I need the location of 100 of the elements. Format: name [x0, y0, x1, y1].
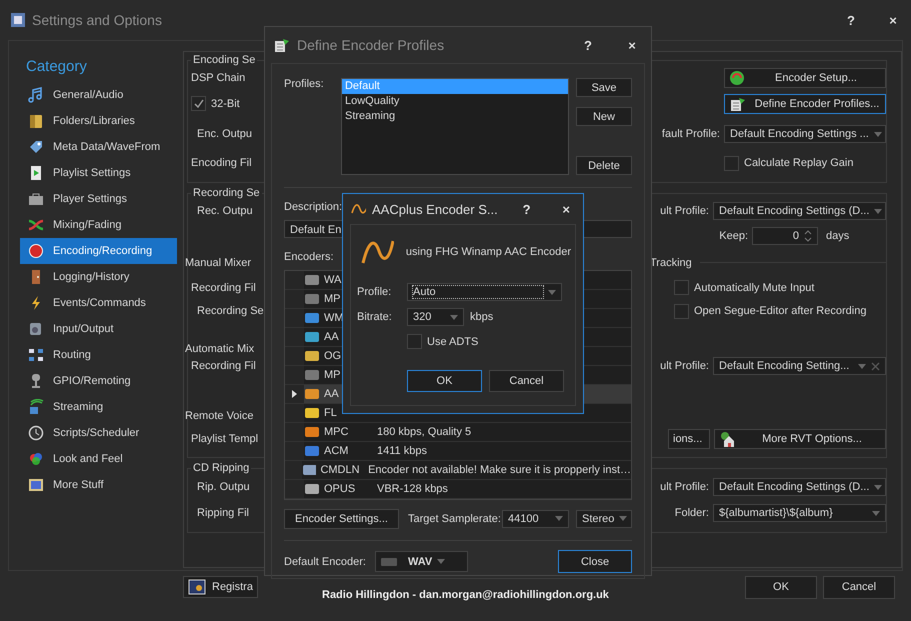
- table-cell-text: WA: [323, 274, 342, 286]
- wave-icon: [361, 239, 394, 265]
- group-legend: Encoding Se: [191, 54, 258, 66]
- use-adts-checkbox[interactable]: Use ADTS: [407, 334, 478, 349]
- group-legend: DSP Chain: [191, 72, 246, 84]
- ok-button[interactable]: OK: [745, 576, 817, 598]
- field-label: Ripping Fil: [196, 507, 249, 519]
- caret-icon: [872, 510, 880, 516]
- options-button[interactable]: ions...: [668, 429, 710, 449]
- field-label: Recording Fil: [191, 282, 256, 294]
- encoder-settings-button[interactable]: Encoder Settings...: [284, 508, 399, 528]
- close-button[interactable]: ×: [613, 30, 651, 60]
- profile-dropdown[interactable]: Default Encoding Settings ...: [724, 125, 886, 143]
- table-cell-text: MPC: [323, 426, 350, 438]
- category-heading: Category: [25, 57, 88, 77]
- close-dialog-button[interactable]: Close: [558, 550, 632, 573]
- sidebar-item[interactable]: Meta Data/WaveFrom: [20, 134, 177, 160]
- new-button[interactable]: New: [576, 107, 632, 126]
- encoder-setup-button[interactable]: Encoder Setup...: [724, 68, 886, 88]
- more-rvt-options-button[interactable]: More RVT Options...: [714, 429, 886, 449]
- record-icon: [28, 243, 44, 259]
- encoder-row[interactable]: ACM 1411 kbps: [285, 442, 631, 461]
- sidebar-item[interactable]: Logging/History: [20, 264, 177, 290]
- help-button[interactable]: ?: [569, 30, 607, 60]
- table-cell: 1411 kbps: [377, 445, 427, 457]
- sidebar-item[interactable]: Events/Commands: [20, 290, 177, 316]
- field-label: Automatic Mix: [185, 343, 254, 355]
- profile-dropdown[interactable]: Auto: [407, 283, 562, 301]
- field-label: Remote Voice: [185, 410, 254, 422]
- window-title: Settings and Options: [32, 12, 162, 28]
- mute-input-checkbox[interactable]: Automatically Mute Input: [674, 280, 814, 295]
- field-label: Encoding Fil: [191, 157, 252, 169]
- sidebar-item[interactable]: Mixing/Fading: [20, 212, 177, 238]
- close-button[interactable]: ×: [875, 5, 911, 35]
- sidebar-item[interactable]: Input/Output: [20, 316, 177, 342]
- sidebar-item[interactable]: Folders/Libraries: [20, 108, 177, 134]
- field-label: Encoders:: [284, 251, 334, 265]
- profile-item[interactable]: LowQuality: [342, 94, 568, 109]
- ok-button[interactable]: OK: [407, 370, 482, 392]
- caret-icon: [450, 314, 458, 320]
- table-cell-text: OPUS: [323, 483, 356, 495]
- delete-button[interactable]: Delete: [576, 156, 632, 175]
- speaker-icon: [28, 321, 44, 337]
- sidebar-item[interactable]: Playlist Settings: [20, 160, 177, 186]
- sidebar-item[interactable]: Streaming: [20, 394, 177, 420]
- field-label: Enc. Outpu: [196, 128, 252, 140]
- table-cell: 180 kbps, Quality 5: [377, 426, 472, 438]
- channels-dropdown[interactable]: Stereo: [576, 510, 632, 528]
- table-cell: VBR-128 kbps: [377, 483, 448, 495]
- cancel-button[interactable]: Cancel: [489, 370, 564, 392]
- current-row-icon: [292, 390, 297, 398]
- profile-item[interactable]: Streaming: [342, 109, 568, 124]
- dialog-title: Define Encoder Profiles: [297, 37, 444, 53]
- samplerate-dropdown[interactable]: 44100: [502, 510, 569, 528]
- field-label: Bitrate:: [357, 311, 393, 323]
- default-encoder-dropdown[interactable]: WAV: [375, 551, 468, 572]
- sidebar-item[interactable]: Look and Feel: [20, 446, 177, 472]
- table-cell-text: MP: [323, 369, 340, 381]
- folder-dropdown[interactable]: ${albumartist}\${album}: [713, 504, 886, 522]
- folder-icon: [28, 113, 44, 129]
- encoder-row[interactable]: OPUS VBR-128 kbps: [285, 480, 631, 499]
- replay-gain-checkbox[interactable]: Calculate Replay Gain: [724, 156, 886, 170]
- registration-button[interactable]: Registra: [183, 576, 258, 598]
- grid-icon: [28, 347, 44, 363]
- caret-icon: [874, 484, 882, 490]
- palette-icon: [28, 451, 44, 467]
- spinner-arrows-icon: [804, 229, 812, 243]
- field-label: ult Profile:: [660, 205, 709, 217]
- cancel-button[interactable]: Cancel: [823, 576, 895, 598]
- encoder-row[interactable]: MPC 180 kbps, Quality 5: [285, 423, 631, 442]
- bitrate-dropdown[interactable]: 320: [407, 308, 464, 326]
- save-button[interactable]: Save: [576, 78, 632, 97]
- unit-label: days: [826, 230, 850, 242]
- sidebar-item[interactable]: Player Settings: [20, 186, 177, 212]
- sidebar-item[interactable]: General/Audio: [20, 82, 177, 108]
- sidebar-item[interactable]: Encoding/Recording: [20, 238, 177, 264]
- segue-editor-checkbox[interactable]: Open Segue-Editor after Recording: [674, 304, 866, 318]
- table-cell-text: AA: [323, 331, 339, 343]
- profile-dropdown[interactable]: Default Encoding Settings (D...: [713, 202, 886, 220]
- profile-dropdown[interactable]: Default Encoding Setting...: [713, 357, 886, 375]
- field-label: Manual Mixer: [185, 256, 252, 268]
- dialog-title: AACplus Encoder S...: [372, 202, 498, 216]
- encoder-row[interactable]: CMDLN Encoder not available! Make sure it is propperly inst…: [285, 461, 631, 480]
- picture-frame-icon: [28, 477, 44, 493]
- sidebar-item[interactable]: GPIO/Remoting: [20, 368, 177, 394]
- field-label: Profiles:: [284, 78, 325, 92]
- bit32-checkbox[interactable]: 32-Bit: [191, 96, 240, 111]
- sidebar-item[interactable]: Routing: [20, 342, 177, 368]
- clear-icon[interactable]: [871, 362, 880, 370]
- group-legend: CD Ripping: [191, 462, 252, 474]
- profile-dropdown[interactable]: Default Encoding Settings (D...: [713, 478, 886, 496]
- help-button[interactable]: ?: [833, 5, 869, 35]
- sidebar-item[interactable]: Scripts/Scheduler: [20, 420, 177, 446]
- field-label: Rec. Outpu: [196, 205, 253, 217]
- keep-spinner[interactable]: 0: [752, 227, 818, 245]
- sidebar-item[interactable]: More Stuff: [20, 472, 177, 498]
- encoder-info-text: using FHG Winamp AAC Encoder: [406, 246, 571, 258]
- help-button[interactable]: ?: [510, 194, 544, 224]
- define-profiles-button[interactable]: Define Encoder Profiles...: [724, 94, 886, 114]
- close-button[interactable]: ×: [549, 194, 583, 224]
